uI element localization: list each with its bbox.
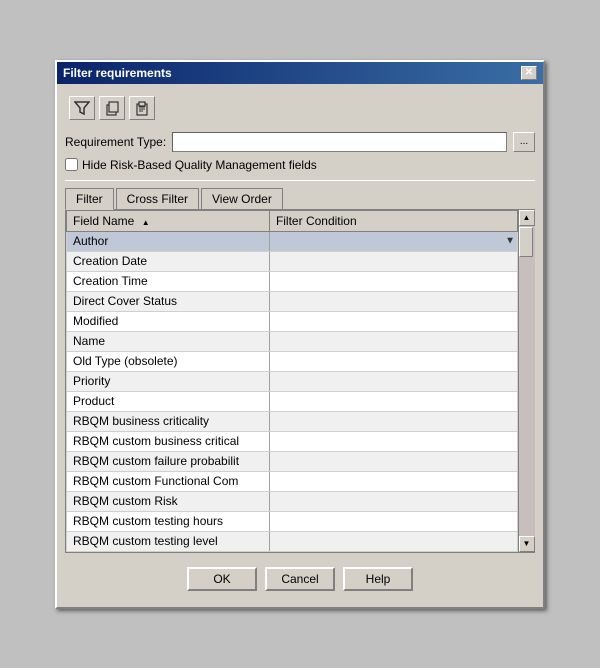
separator [65, 180, 535, 181]
hide-rbqm-row: Hide Risk-Based Quality Management field… [65, 158, 535, 172]
field-name-cell: Product [67, 391, 270, 411]
field-name-cell: Creation Time [67, 271, 270, 291]
filter-condition-cell[interactable] [269, 251, 517, 271]
field-name-cell: Modified [67, 311, 270, 331]
toolbar [65, 92, 535, 124]
hide-rbqm-label: Hide Risk-Based Quality Management field… [82, 158, 317, 172]
table-scroll-area[interactable]: Field Name ▲ Filter Condition Author ▼ Cre… [66, 210, 518, 552]
field-name-cell: Creation Date [67, 251, 270, 271]
filter-condition-cell[interactable] [269, 411, 517, 431]
tab-view-order[interactable]: View Order [201, 188, 283, 210]
filter-table: Field Name ▲ Filter Condition Author ▼ Cre… [66, 210, 518, 552]
vertical-scrollbar[interactable]: ▲ ▼ [518, 210, 534, 552]
dialog-body: Requirement Type: ... Hide Risk-Based Qu… [57, 84, 543, 607]
field-name-cell: RBQM custom Risk [67, 491, 270, 511]
sort-indicator: ▲ [142, 218, 150, 227]
table-row[interactable]: RBQM custom testing level [67, 531, 518, 551]
help-button[interactable]: Help [343, 567, 413, 591]
filter-condition-cell[interactable] [269, 291, 517, 311]
field-name-header[interactable]: Field Name ▲ [67, 210, 270, 231]
filter-condition-cell[interactable] [269, 311, 517, 331]
requirement-type-input[interactable] [172, 132, 507, 152]
tab-cross-filter[interactable]: Cross Filter [116, 188, 199, 210]
tab-content: Field Name ▲ Filter Condition Author ▼ Cre… [65, 209, 535, 553]
table-row[interactable]: RBQM custom failure probabilit [67, 451, 518, 471]
table-row[interactable]: Creation Date [67, 251, 518, 271]
ok-button[interactable]: OK [187, 567, 257, 591]
table-row[interactable]: RBQM custom testing hours [67, 511, 518, 531]
scroll-thumb[interactable] [519, 227, 533, 257]
table-row[interactable]: Product [67, 391, 518, 411]
table-row[interactable]: RBQM business criticality [67, 411, 518, 431]
tab-filter[interactable]: Filter [65, 188, 114, 210]
title-bar: Filter requirements ✕ [57, 62, 543, 84]
filter-condition-cell[interactable] [269, 271, 517, 291]
filter-condition-cell[interactable] [269, 471, 517, 491]
copy-icon [104, 100, 120, 116]
filter-requirements-dialog: Filter requirements ✕ [55, 60, 545, 609]
filter-condition-cell[interactable]: ▼ [269, 231, 517, 251]
field-name-cell: Old Type (obsolete) [67, 351, 270, 371]
close-button[interactable]: ✕ [521, 66, 537, 80]
table-row[interactable]: RBQM custom Risk [67, 491, 518, 511]
filter-condition-cell[interactable] [269, 531, 517, 551]
filter-condition-cell[interactable] [269, 351, 517, 371]
field-name-cell: RBQM custom testing level [67, 531, 270, 551]
bottom-buttons: OK Cancel Help [65, 557, 535, 599]
hide-rbqm-checkbox[interactable] [65, 158, 78, 171]
table-row[interactable]: RBQM custom business critical [67, 431, 518, 451]
table-row[interactable]: Author ▼ [67, 231, 518, 251]
cancel-button[interactable]: Cancel [265, 567, 335, 591]
requirement-browse-button[interactable]: ... [513, 132, 535, 152]
tabs-container: Filter Cross Filter View Order [65, 187, 535, 553]
funnel-icon [74, 100, 90, 116]
dropdown-arrow-icon[interactable]: ▼ [505, 236, 515, 247]
dialog-title: Filter requirements [63, 66, 172, 80]
filter-condition-cell[interactable] [269, 371, 517, 391]
field-name-cell: Name [67, 331, 270, 351]
requirement-type-label: Requirement Type: [65, 135, 166, 149]
field-name-cell: Priority [67, 371, 270, 391]
scroll-track[interactable] [519, 226, 535, 536]
table-row[interactable]: Creation Time [67, 271, 518, 291]
table-row[interactable]: Name [67, 331, 518, 351]
filter-condition-header[interactable]: Filter Condition [269, 210, 517, 231]
field-name-cell: Author [67, 231, 270, 251]
filter-icon-button[interactable] [69, 96, 95, 120]
filter-condition-cell[interactable] [269, 451, 517, 471]
filter-condition-cell[interactable] [269, 391, 517, 411]
field-name-cell: RBQM business criticality [67, 411, 270, 431]
paste-button[interactable] [129, 96, 155, 120]
requirement-type-row: Requirement Type: ... [65, 132, 535, 152]
table-wrapper: Field Name ▲ Filter Condition Author ▼ Cre… [66, 210, 534, 552]
paste-icon [134, 100, 150, 116]
field-name-cell: RBQM custom testing hours [67, 511, 270, 531]
field-name-cell: RBQM custom failure probabilit [67, 451, 270, 471]
field-name-cell: Direct Cover Status [67, 291, 270, 311]
field-name-cell: RBQM custom business critical [67, 431, 270, 451]
scroll-down-button[interactable]: ▼ [519, 536, 535, 552]
table-row[interactable]: RBQM custom Functional Com [67, 471, 518, 491]
field-name-cell: RBQM custom Functional Com [67, 471, 270, 491]
table-row[interactable]: Old Type (obsolete) [67, 351, 518, 371]
tab-bar: Filter Cross Filter View Order [65, 187, 535, 209]
scroll-up-button[interactable]: ▲ [519, 210, 535, 226]
filter-condition-cell[interactable] [269, 491, 517, 511]
filter-condition-cell[interactable] [269, 431, 517, 451]
table-row[interactable]: Priority [67, 371, 518, 391]
table-row[interactable]: Modified [67, 311, 518, 331]
filter-condition-cell[interactable] [269, 511, 517, 531]
filter-condition-cell[interactable] [269, 331, 517, 351]
table-row[interactable]: Direct Cover Status [67, 291, 518, 311]
copy-button[interactable] [99, 96, 125, 120]
